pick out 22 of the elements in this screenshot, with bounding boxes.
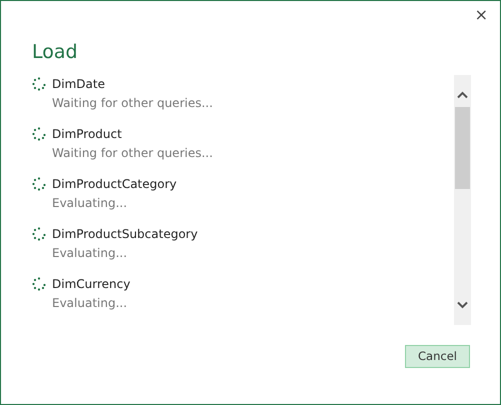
query-status: Waiting for other queries...: [51, 96, 213, 110]
query-status: Evaluating...: [51, 246, 128, 260]
spinner-icon: [32, 227, 46, 241]
scrollbar[interactable]: [454, 75, 471, 325]
query-status: Evaluating...: [51, 296, 128, 310]
scroll-thumb[interactable]: [455, 107, 470, 189]
query-name: DimDate: [52, 76, 105, 93]
query-name: DimProductCategory: [52, 176, 177, 193]
spinner-icon: [32, 177, 46, 191]
scroll-up-icon[interactable]: [457, 91, 468, 99]
spinner-icon: [32, 77, 46, 91]
query-status: Waiting for other queries...: [51, 146, 213, 160]
cancel-button[interactable]: Cancel: [405, 345, 470, 368]
spinner-icon: [32, 127, 46, 141]
dialog-title: Load: [32, 40, 78, 65]
spinner-icon: [32, 277, 46, 291]
query-name: DimProduct: [52, 126, 122, 143]
query-name: DimProductSubcategory: [52, 226, 198, 243]
scroll-down-icon[interactable]: [457, 301, 468, 309]
query-name: DimCurrency: [52, 276, 130, 293]
close-button[interactable]: ×: [470, 5, 492, 25]
query-status: Evaluating...: [51, 196, 128, 210]
